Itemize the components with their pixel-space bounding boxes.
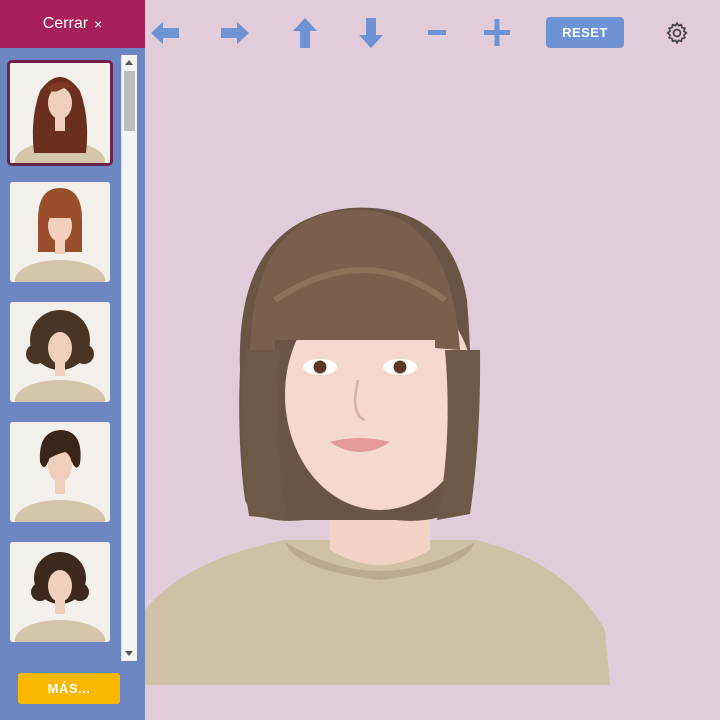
more-button[interactable]: MÁS...: [18, 673, 120, 704]
move-up-button[interactable]: [288, 16, 322, 50]
hairstyle-preview: [145, 180, 615, 685]
settings-button[interactable]: [664, 20, 690, 46]
shrink-button[interactable]: [420, 16, 454, 50]
move-left-button[interactable]: [148, 16, 182, 50]
hairstyle-thumbnail-5[interactable]: [10, 542, 110, 642]
thumbnail-scrollbar[interactable]: [121, 55, 137, 661]
hairstyle-image-2: [10, 182, 110, 282]
hairstyle-image-1: [10, 63, 110, 163]
gear-icon: [666, 21, 688, 45]
arrow-up-icon: [293, 18, 317, 48]
close-icon: ×: [94, 16, 103, 32]
hairstyle-list[interactable]: [0, 55, 120, 661]
plus-icon: [484, 19, 510, 46]
scroll-thumb[interactable]: [124, 71, 135, 131]
arrow-left-icon: [151, 22, 179, 44]
model-photo: [145, 207, 610, 685]
reset-button[interactable]: RESET: [546, 17, 624, 48]
arrow-down-icon: [359, 18, 383, 48]
hairstyle-thumbnail-4[interactable]: [10, 422, 110, 522]
close-label: Cerrar: [42, 15, 89, 32]
scroll-down-icon[interactable]: [125, 651, 133, 656]
enlarge-button[interactable]: [480, 16, 514, 50]
hairstyle-thumbnail-3[interactable]: [10, 302, 110, 402]
hairstyle-image-5: [10, 542, 110, 642]
move-right-button[interactable]: [218, 16, 252, 50]
hairstyle-thumbnail-2[interactable]: [10, 182, 110, 282]
hairstyle-thumbnail-1[interactable]: [7, 60, 113, 166]
hairstyle-image-3: [10, 302, 110, 402]
move-down-button[interactable]: [354, 16, 388, 50]
scroll-up-icon[interactable]: [125, 60, 133, 65]
arrow-right-icon: [221, 22, 249, 44]
close-button[interactable]: Cerrar ×: [0, 0, 145, 48]
minus-icon: [428, 30, 446, 35]
hairstyle-sidebar: Cerrar × MÁS...: [0, 0, 145, 720]
hairstyle-image-4: [10, 422, 110, 522]
